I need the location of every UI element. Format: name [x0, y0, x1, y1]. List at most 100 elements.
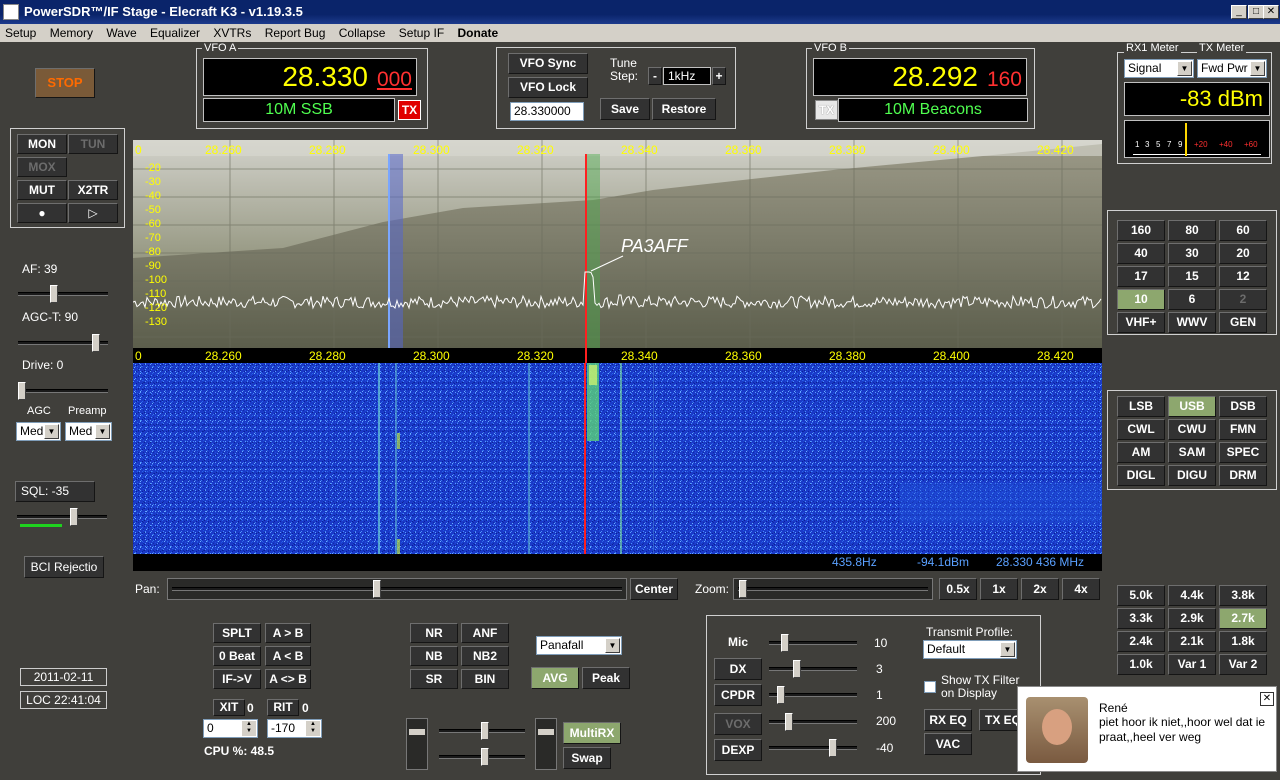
swap-button[interactable]: Swap: [563, 747, 611, 769]
multirx-vol-slider[interactable]: [406, 718, 428, 770]
tune-step-plus[interactable]: +: [712, 67, 726, 85]
band-button-60[interactable]: 60: [1219, 220, 1267, 241]
band-button-80[interactable]: 80: [1168, 220, 1216, 241]
vfo-lock-button[interactable]: VFO Lock: [508, 77, 588, 98]
mode-button-usb[interactable]: USB: [1168, 396, 1216, 417]
panadapter[interactable]: 0 28.260 28.280 28.300 28.320 28.340 28.…: [133, 140, 1102, 348]
mode-button-fmn[interactable]: FMN: [1219, 419, 1267, 440]
x2tr-button[interactable]: X2TR: [68, 180, 118, 200]
nb2-button[interactable]: NB2: [461, 646, 509, 666]
b-to-a-button[interactable]: A < B: [265, 646, 311, 666]
waterfall[interactable]: [133, 363, 1102, 554]
save-button[interactable]: Save: [600, 98, 650, 120]
agc-select[interactable]: Med ▼: [16, 422, 61, 441]
band-button-gen[interactable]: GEN: [1219, 312, 1267, 333]
play-button[interactable]: ▷: [68, 203, 118, 223]
record-button[interactable]: ●: [17, 203, 67, 223]
zoom-slider[interactable]: [733, 578, 933, 600]
band-button-160[interactable]: 160: [1117, 220, 1165, 241]
filter-button-2-7k[interactable]: 2.7k: [1219, 608, 1267, 629]
split-button[interactable]: SPLT: [213, 623, 261, 643]
mic-slider[interactable]: [765, 633, 861, 653]
vox-button[interactable]: VOX: [714, 713, 762, 735]
filter-button-3-3k[interactable]: 3.3k: [1117, 608, 1165, 629]
band-button-6[interactable]: 6: [1168, 289, 1216, 310]
preamp-select[interactable]: Med ▼: [65, 422, 112, 441]
band-button-12[interactable]: 12: [1219, 266, 1267, 287]
mode-button-spec[interactable]: SPEC: [1219, 442, 1267, 463]
menu-collapse[interactable]: Collapse: [334, 24, 391, 40]
rit-spinner[interactable]: -170 ▲ ▼: [267, 719, 322, 738]
multirx-gain-slider[interactable]: [435, 721, 529, 741]
filter-button-2-4k[interactable]: 2.4k: [1117, 631, 1165, 652]
display-mode-select[interactable]: Panafall ▼: [536, 636, 622, 655]
mode-button-sam[interactable]: SAM: [1168, 442, 1216, 463]
band-button-20[interactable]: 20: [1219, 243, 1267, 264]
minimize-icon[interactable]: _: [1231, 5, 1247, 19]
cpdr-button[interactable]: CPDR: [714, 684, 762, 706]
mon-button[interactable]: MON: [17, 134, 67, 154]
rit-button[interactable]: RIT: [267, 699, 299, 716]
vfo-b-display[interactable]: 28.292 160: [813, 58, 1027, 96]
band-button-15[interactable]: 15: [1168, 266, 1216, 287]
anf-button[interactable]: ANF: [461, 623, 509, 643]
band-button-17[interactable]: 17: [1117, 266, 1165, 287]
mode-button-cwu[interactable]: CWU: [1168, 419, 1216, 440]
a-swap-b-button[interactable]: A <> B: [265, 669, 311, 689]
mode-button-digu[interactable]: DIGU: [1168, 465, 1216, 486]
band-button-10[interactable]: 10: [1117, 289, 1165, 310]
bci-rejection-button[interactable]: BCI Rejectio: [24, 556, 104, 578]
menu-report-bug[interactable]: Report Bug: [260, 24, 331, 40]
band-button-40[interactable]: 40: [1117, 243, 1165, 264]
chat-notification[interactable]: René piet hoor ik niet,,hoor wel dat ie …: [1017, 686, 1277, 772]
menu-xvtrs[interactable]: XVTRs: [208, 24, 256, 40]
nb-button[interactable]: NB: [410, 646, 458, 666]
multirx-pan-slider[interactable]: [435, 747, 529, 767]
show-tx-filter-checkbox[interactable]: [924, 681, 936, 693]
sql-button[interactable]: SQL: -35: [15, 481, 95, 502]
filter-button-3-8k[interactable]: 3.8k: [1219, 585, 1267, 606]
a-to-b-button[interactable]: A > B: [265, 623, 311, 643]
tune-step-minus[interactable]: -: [648, 67, 662, 85]
maximize-icon[interactable]: □: [1248, 5, 1264, 19]
tun-button[interactable]: TUN: [68, 134, 118, 154]
filter-button-2-9k[interactable]: 2.9k: [1168, 608, 1216, 629]
cpdr-slider[interactable]: [765, 685, 861, 705]
drive-slider[interactable]: [14, 381, 112, 401]
filter-button-5-0k[interactable]: 5.0k: [1117, 585, 1165, 606]
filter-button-2-1k[interactable]: 2.1k: [1168, 631, 1216, 652]
dx-button[interactable]: DX: [714, 658, 762, 680]
mode-button-dsb[interactable]: DSB: [1219, 396, 1267, 417]
menu-memory[interactable]: Memory: [45, 24, 98, 40]
rx-meter-select[interactable]: Signal ▼: [1124, 59, 1194, 78]
nr-button[interactable]: NR: [410, 623, 458, 643]
multirx-button[interactable]: MultiRX: [563, 722, 621, 744]
vfo-a-tx-button[interactable]: TX: [398, 100, 421, 120]
filter-button-4-4k[interactable]: 4.4k: [1168, 585, 1216, 606]
xit-spinner[interactable]: 0 ▲ ▼: [203, 719, 258, 738]
menu-setup-if[interactable]: Setup IF: [394, 24, 449, 40]
close-icon[interactable]: ✕: [1260, 692, 1274, 706]
menu-donate[interactable]: Donate: [453, 24, 504, 40]
vfo-a-display[interactable]: 28.330 000: [203, 58, 417, 96]
bin-button[interactable]: BIN: [461, 669, 509, 689]
mode-button-digl[interactable]: DIGL: [1117, 465, 1165, 486]
multirx-level-slider[interactable]: [535, 718, 557, 770]
mox-button[interactable]: MOX: [17, 157, 67, 177]
dexp-slider[interactable]: [765, 738, 861, 758]
af-slider[interactable]: [14, 284, 112, 304]
peak-button[interactable]: Peak: [582, 667, 630, 689]
xit-button[interactable]: XIT: [213, 699, 245, 716]
zoom-1x-button[interactable]: 1x: [980, 578, 1018, 600]
vfo-sync-button[interactable]: VFO Sync: [508, 53, 588, 74]
zoom-2x-button[interactable]: 2x: [1021, 578, 1059, 600]
transmit-profile-select[interactable]: Default ▼: [923, 640, 1017, 659]
avg-button[interactable]: AVG: [531, 667, 579, 689]
zoom-0-5x-button[interactable]: 0.5x: [939, 578, 977, 600]
mode-button-am[interactable]: AM: [1117, 442, 1165, 463]
rx-eq-button[interactable]: RX EQ: [924, 709, 972, 731]
mut-button[interactable]: MUT: [17, 180, 67, 200]
band-button-vhfplus[interactable]: VHF+: [1117, 312, 1165, 333]
vox-slider[interactable]: [765, 712, 861, 732]
vfo-b-tx-button[interactable]: TX: [815, 100, 838, 120]
